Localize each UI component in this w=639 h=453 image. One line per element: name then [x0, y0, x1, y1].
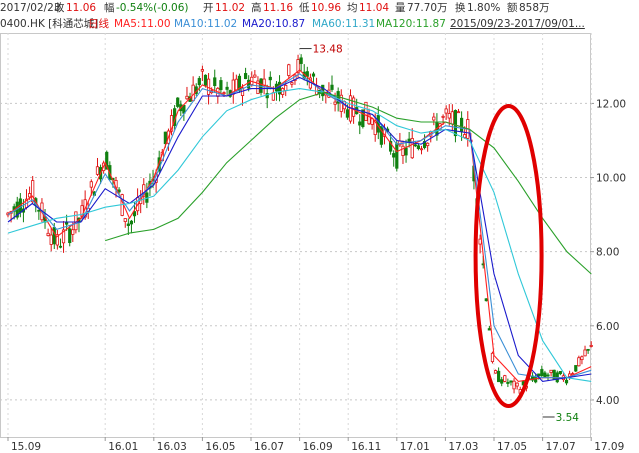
x-tick-label: 16.03 — [157, 441, 187, 453]
candlestick — [58, 238, 63, 249]
candlestick — [493, 369, 498, 374]
candlestick — [456, 108, 461, 114]
candlestick — [419, 145, 424, 155]
x-tick-label: 16.09 — [303, 441, 333, 453]
x-tick-label: 17.05 — [497, 441, 527, 453]
candlestick — [95, 157, 100, 176]
candlestick — [290, 81, 294, 88]
x-tick-label: 16.07 — [254, 441, 284, 453]
candlestick — [231, 72, 235, 104]
candlestick — [185, 86, 189, 100]
candlestick — [281, 87, 285, 98]
kline-chart: 4.00 6.00 8.00 10.00 12.00 15.09 16.01 16.03 16.… — [0, 33, 626, 453]
candlestick — [358, 114, 362, 135]
x-tick-label: 17.01 — [400, 441, 430, 453]
candlestick — [274, 81, 279, 101]
candlestick — [555, 370, 559, 384]
candlestick — [46, 228, 50, 237]
candlestick — [447, 104, 451, 126]
candlestick — [574, 365, 578, 373]
x-tick-label: 17.03 — [448, 441, 478, 453]
min-price-marker-label: 3.54 — [556, 412, 580, 424]
candlestick — [395, 140, 399, 172]
candlestick — [487, 325, 491, 331]
candlestick — [586, 348, 590, 354]
candlestick — [432, 112, 436, 126]
candlestick — [426, 142, 430, 152]
candlestick — [262, 69, 266, 95]
candlestick — [546, 372, 550, 381]
candlestick — [392, 150, 396, 167]
candlestick — [145, 182, 149, 209]
candlestick — [540, 365, 544, 378]
candlestick — [216, 87, 220, 104]
y-tick-label: 4.00 — [596, 395, 619, 407]
candlestick — [277, 75, 282, 102]
candlestick — [37, 209, 41, 220]
candlestick — [256, 76, 260, 95]
y-tick-label: 8.00 — [596, 247, 619, 259]
x-tick-label: 16.01 — [108, 441, 138, 453]
x-tick-label: 16.05 — [205, 441, 235, 453]
candlestick — [126, 218, 130, 235]
candlestick — [410, 128, 414, 159]
candlestick — [206, 73, 211, 105]
candlestick — [176, 97, 180, 109]
candlestick — [506, 378, 510, 388]
candlestick — [577, 355, 581, 367]
candlestick — [194, 83, 198, 96]
x-tick-label: 15.09 — [11, 441, 41, 453]
candlestick — [123, 218, 127, 228]
y-tick-label: 12.00 — [596, 98, 626, 110]
x-tick-label: 17.09 — [594, 441, 624, 453]
candlestick — [398, 132, 402, 148]
x-tick-label: 17.07 — [546, 441, 576, 453]
candlestick — [512, 378, 516, 394]
candlestick — [348, 89, 353, 124]
candlestick — [225, 81, 229, 95]
candlestick — [55, 229, 59, 250]
candlestick — [401, 140, 405, 165]
candlestick — [503, 374, 507, 383]
candlestick — [234, 74, 238, 91]
candlestick — [497, 367, 501, 383]
candlestick — [213, 69, 217, 93]
candlestick — [287, 63, 291, 80]
candlestick — [219, 77, 223, 94]
candlestick — [583, 345, 587, 357]
candlestick — [200, 65, 204, 81]
plot-frame — [0, 33, 591, 438]
x-tick-label: 16.11 — [351, 441, 381, 453]
candlestick — [49, 227, 53, 252]
max-price-marker-label: 13.48 — [313, 44, 343, 56]
candlestick — [509, 380, 513, 386]
candlestick — [530, 372, 535, 383]
candlestick — [558, 370, 562, 376]
candlestick — [549, 369, 553, 377]
candlestick — [330, 75, 334, 92]
candlestick — [515, 382, 519, 390]
candlestick — [543, 370, 547, 379]
candlestick — [243, 67, 248, 80]
candlestick — [129, 219, 134, 234]
candlestick — [253, 69, 257, 78]
candlestick — [444, 105, 448, 120]
candlestick — [299, 54, 303, 72]
y-tick-label: 6.00 — [596, 321, 619, 333]
candlestick — [484, 298, 488, 302]
candlestick — [68, 225, 72, 247]
candlestick — [500, 376, 504, 387]
candlestick — [435, 113, 439, 141]
y-tick-label: 10.00 — [596, 173, 626, 185]
candlestick — [361, 109, 365, 129]
candlestick — [61, 221, 66, 253]
candlestick — [191, 76, 195, 102]
candlestick — [580, 355, 584, 365]
